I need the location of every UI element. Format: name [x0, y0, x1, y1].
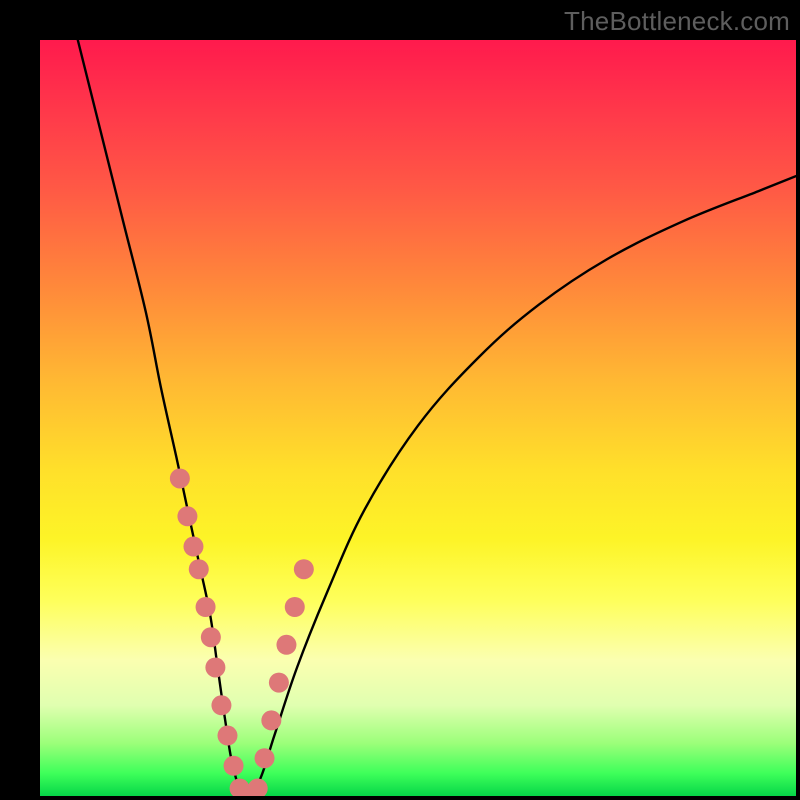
highlight-point [224, 756, 244, 776]
highlight-point [294, 559, 314, 579]
chart-frame: TheBottleneck.com [0, 0, 800, 800]
curve-layer [40, 40, 796, 796]
highlight-point [205, 657, 225, 677]
highlight-point [285, 597, 305, 617]
bottleneck-curve [78, 40, 796, 796]
highlight-point [248, 778, 268, 796]
highlight-point [189, 559, 209, 579]
watermark-text: TheBottleneck.com [564, 6, 790, 37]
highlight-point [183, 537, 203, 557]
highlight-point [211, 695, 231, 715]
highlight-point [261, 710, 281, 730]
highlight-point [269, 673, 289, 693]
marker-group [170, 468, 314, 796]
highlight-point [170, 468, 190, 488]
highlight-point [201, 627, 221, 647]
highlight-point [177, 506, 197, 526]
highlight-point [196, 597, 216, 617]
highlight-point [255, 748, 275, 768]
highlight-point [276, 635, 296, 655]
plot-area [40, 40, 796, 796]
highlight-point [217, 726, 237, 746]
